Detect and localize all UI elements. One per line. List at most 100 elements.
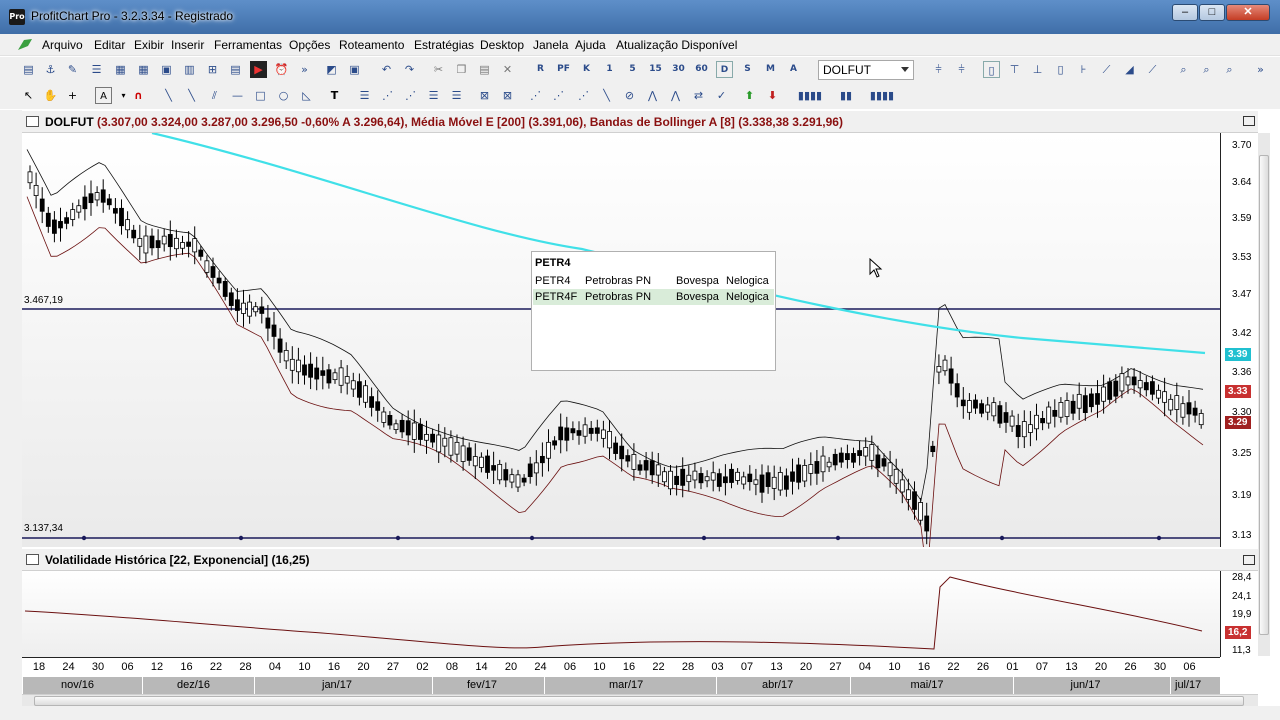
tf-pf-button[interactable]: PF bbox=[555, 61, 572, 78]
menu-editar[interactable]: Editar bbox=[94, 38, 125, 52]
gann-square-icon[interactable]: ⊠ bbox=[499, 87, 516, 104]
chart-type-icon[interactable]: ⫩ bbox=[930, 61, 947, 78]
step-chart-icon[interactable]: ⟋ bbox=[1144, 61, 1161, 78]
triangle-icon[interactable]: ◺ bbox=[298, 87, 315, 104]
minimize-button[interactable]: – bbox=[1172, 4, 1198, 21]
new-chart-icon[interactable]: ▤ bbox=[20, 61, 37, 78]
floppy-icon[interactable]: ▣ bbox=[346, 61, 363, 78]
list-icon[interactable]: ☰ bbox=[88, 61, 105, 78]
menu-exibir[interactable]: Exibir bbox=[134, 38, 164, 52]
close-button[interactable]: ✕ bbox=[1226, 4, 1270, 21]
menu-janela[interactable]: Janela bbox=[533, 38, 568, 52]
menu-arquivo[interactable]: Arquivo bbox=[42, 38, 83, 52]
text-a-icon[interactable]: A bbox=[95, 87, 112, 104]
fibo-time-icon[interactable]: ☰ bbox=[425, 87, 442, 104]
channel-icon[interactable]: ⫽ bbox=[206, 87, 223, 104]
bars-icon[interactable]: ▮▮▮▮ bbox=[790, 87, 830, 104]
speed-lines-icon[interactable]: ⋰ bbox=[575, 87, 592, 104]
bar-icon[interactable]: ⊦ bbox=[1075, 61, 1092, 78]
asset-icon[interactable]: ⚓ bbox=[42, 61, 59, 78]
save-icon[interactable]: ▣ bbox=[158, 61, 175, 78]
fibo-arc-icon[interactable]: ⋰ bbox=[402, 87, 419, 104]
cycle-icon[interactable]: ⊘ bbox=[621, 87, 638, 104]
pointer-icon[interactable]: ↖ bbox=[20, 87, 37, 104]
scrollbar-thumb[interactable] bbox=[34, 696, 1244, 706]
menu-atualizacao[interactable]: Atualização Disponível bbox=[616, 38, 737, 52]
undo-icon[interactable]: ↶ bbox=[378, 61, 395, 78]
maximize-panel-icon[interactable] bbox=[1243, 116, 1255, 126]
redo-icon[interactable]: ↷ bbox=[401, 61, 418, 78]
tf-d-button[interactable]: D bbox=[716, 61, 733, 78]
tf-5-button[interactable]: 5 bbox=[624, 61, 641, 78]
page-icon[interactable]: ▤ bbox=[227, 61, 244, 78]
rectangle-icon[interactable]: □ bbox=[252, 87, 269, 104]
menu-estrategias[interactable]: Estratégias bbox=[414, 38, 474, 52]
fibo-retracement-icon[interactable]: ☰ bbox=[356, 87, 373, 104]
tf-k-button[interactable]: K bbox=[578, 61, 595, 78]
tf-r-button[interactable]: R bbox=[532, 61, 549, 78]
tf-1-button[interactable]: 1 bbox=[601, 61, 618, 78]
symbol-result-row[interactable]: PETR4 Petrobras PN Bovespa Nelogica bbox=[533, 273, 774, 289]
bars-wide-icon[interactable]: ▮▮▮▮ bbox=[862, 87, 902, 104]
tf-s-button[interactable]: S bbox=[739, 61, 756, 78]
candle-icon[interactable]: ▯ bbox=[1052, 61, 1069, 78]
elliott-icon[interactable]: ⋀ bbox=[667, 87, 684, 104]
chart-window-icon[interactable]: ◩ bbox=[323, 61, 340, 78]
menu-desktop[interactable]: Desktop bbox=[480, 38, 524, 52]
arrows-icon[interactable]: ⇄ bbox=[690, 87, 707, 104]
bar-type-icon[interactable]: ⫩ bbox=[953, 61, 970, 78]
tf-30-button[interactable]: 30 bbox=[670, 61, 687, 78]
andrews-pitchfork-icon[interactable]: ⋰ bbox=[550, 87, 567, 104]
hand-icon[interactable]: ✋ bbox=[42, 87, 59, 104]
database-icon[interactable]: ▦ bbox=[112, 61, 129, 78]
wave-icon[interactable]: ⋀ bbox=[644, 87, 661, 104]
fibo-ext-icon[interactable]: ☰ bbox=[448, 87, 465, 104]
ellipse-icon[interactable]: ○ bbox=[275, 87, 292, 104]
area-chart-icon[interactable]: ◢ bbox=[1121, 61, 1138, 78]
candle-type-icon[interactable]: ▯ bbox=[983, 61, 1000, 78]
symbol-search-input[interactable]: PETR4 bbox=[534, 255, 774, 272]
symbol-select[interactable]: DOLFUT bbox=[818, 60, 914, 80]
menu-ajuda[interactable]: Ajuda bbox=[575, 38, 606, 52]
maximize-indicator-icon[interactable] bbox=[1243, 555, 1255, 565]
calendar-icon[interactable]: ▥ bbox=[181, 61, 198, 78]
delete-icon[interactable]: ✕ bbox=[499, 61, 516, 78]
pencil-icon[interactable]: ✎ bbox=[64, 61, 81, 78]
crosshair-icon[interactable]: + bbox=[64, 87, 81, 104]
trendline-icon[interactable]: ╲ bbox=[160, 87, 177, 104]
grid-icon[interactable]: ▦ bbox=[135, 61, 152, 78]
horizontal-scrollbar[interactable] bbox=[22, 694, 1258, 706]
text-icon[interactable]: T bbox=[326, 87, 343, 104]
indicator-chart-area[interactable] bbox=[22, 571, 1220, 657]
maximize-button[interactable]: □ bbox=[1199, 4, 1225, 21]
copy-icon[interactable]: ❐ bbox=[453, 61, 470, 78]
ohlc-icon[interactable]: ⊤ bbox=[1006, 61, 1023, 78]
more-icon[interactable]: » bbox=[296, 61, 313, 78]
tf-15-button[interactable]: 15 bbox=[647, 61, 664, 78]
menu-ferramentas[interactable]: Ferramentas bbox=[214, 38, 282, 52]
cut-icon[interactable]: ✂ bbox=[430, 61, 447, 78]
ray-icon[interactable]: ╲ bbox=[183, 87, 200, 104]
magnet-icon[interactable]: ∩ bbox=[130, 87, 147, 104]
add-icon[interactable]: ⊞ bbox=[204, 61, 221, 78]
video-icon[interactable]: ▶ bbox=[250, 61, 267, 78]
more-tools-icon[interactable]: » bbox=[1252, 61, 1269, 78]
vertical-scrollbar[interactable] bbox=[1258, 133, 1270, 656]
check-icon[interactable]: ✓ bbox=[713, 87, 730, 104]
paste-icon[interactable]: ▤ bbox=[476, 61, 493, 78]
fibo-fan-icon[interactable]: ⋰ bbox=[379, 87, 396, 104]
hlc-icon[interactable]: ⊥ bbox=[1029, 61, 1046, 78]
tf-m-button[interactable]: M bbox=[762, 61, 779, 78]
menu-opcoes[interactable]: Opções bbox=[289, 38, 330, 52]
zoom-in-icon[interactable]: ⌕ bbox=[1198, 61, 1215, 78]
gann-fan-icon[interactable]: ⋰ bbox=[527, 87, 544, 104]
symbol-result-row[interactable]: PETR4F Petrobras PN Bovespa Nelogica bbox=[533, 289, 774, 305]
hline-icon[interactable]: — bbox=[229, 87, 246, 104]
line-chart-icon[interactable]: ⟋ bbox=[1098, 61, 1115, 78]
menu-roteamento[interactable]: Roteamento bbox=[339, 38, 404, 52]
buy-arrow-icon[interactable]: ⬆ bbox=[741, 87, 758, 104]
alarm-icon[interactable]: ⏰ bbox=[273, 61, 290, 78]
bars-small-icon[interactable]: ▮▮ bbox=[836, 87, 856, 104]
tf-60-button[interactable]: 60 bbox=[693, 61, 710, 78]
gann-box-icon[interactable]: ⊠ bbox=[476, 87, 493, 104]
